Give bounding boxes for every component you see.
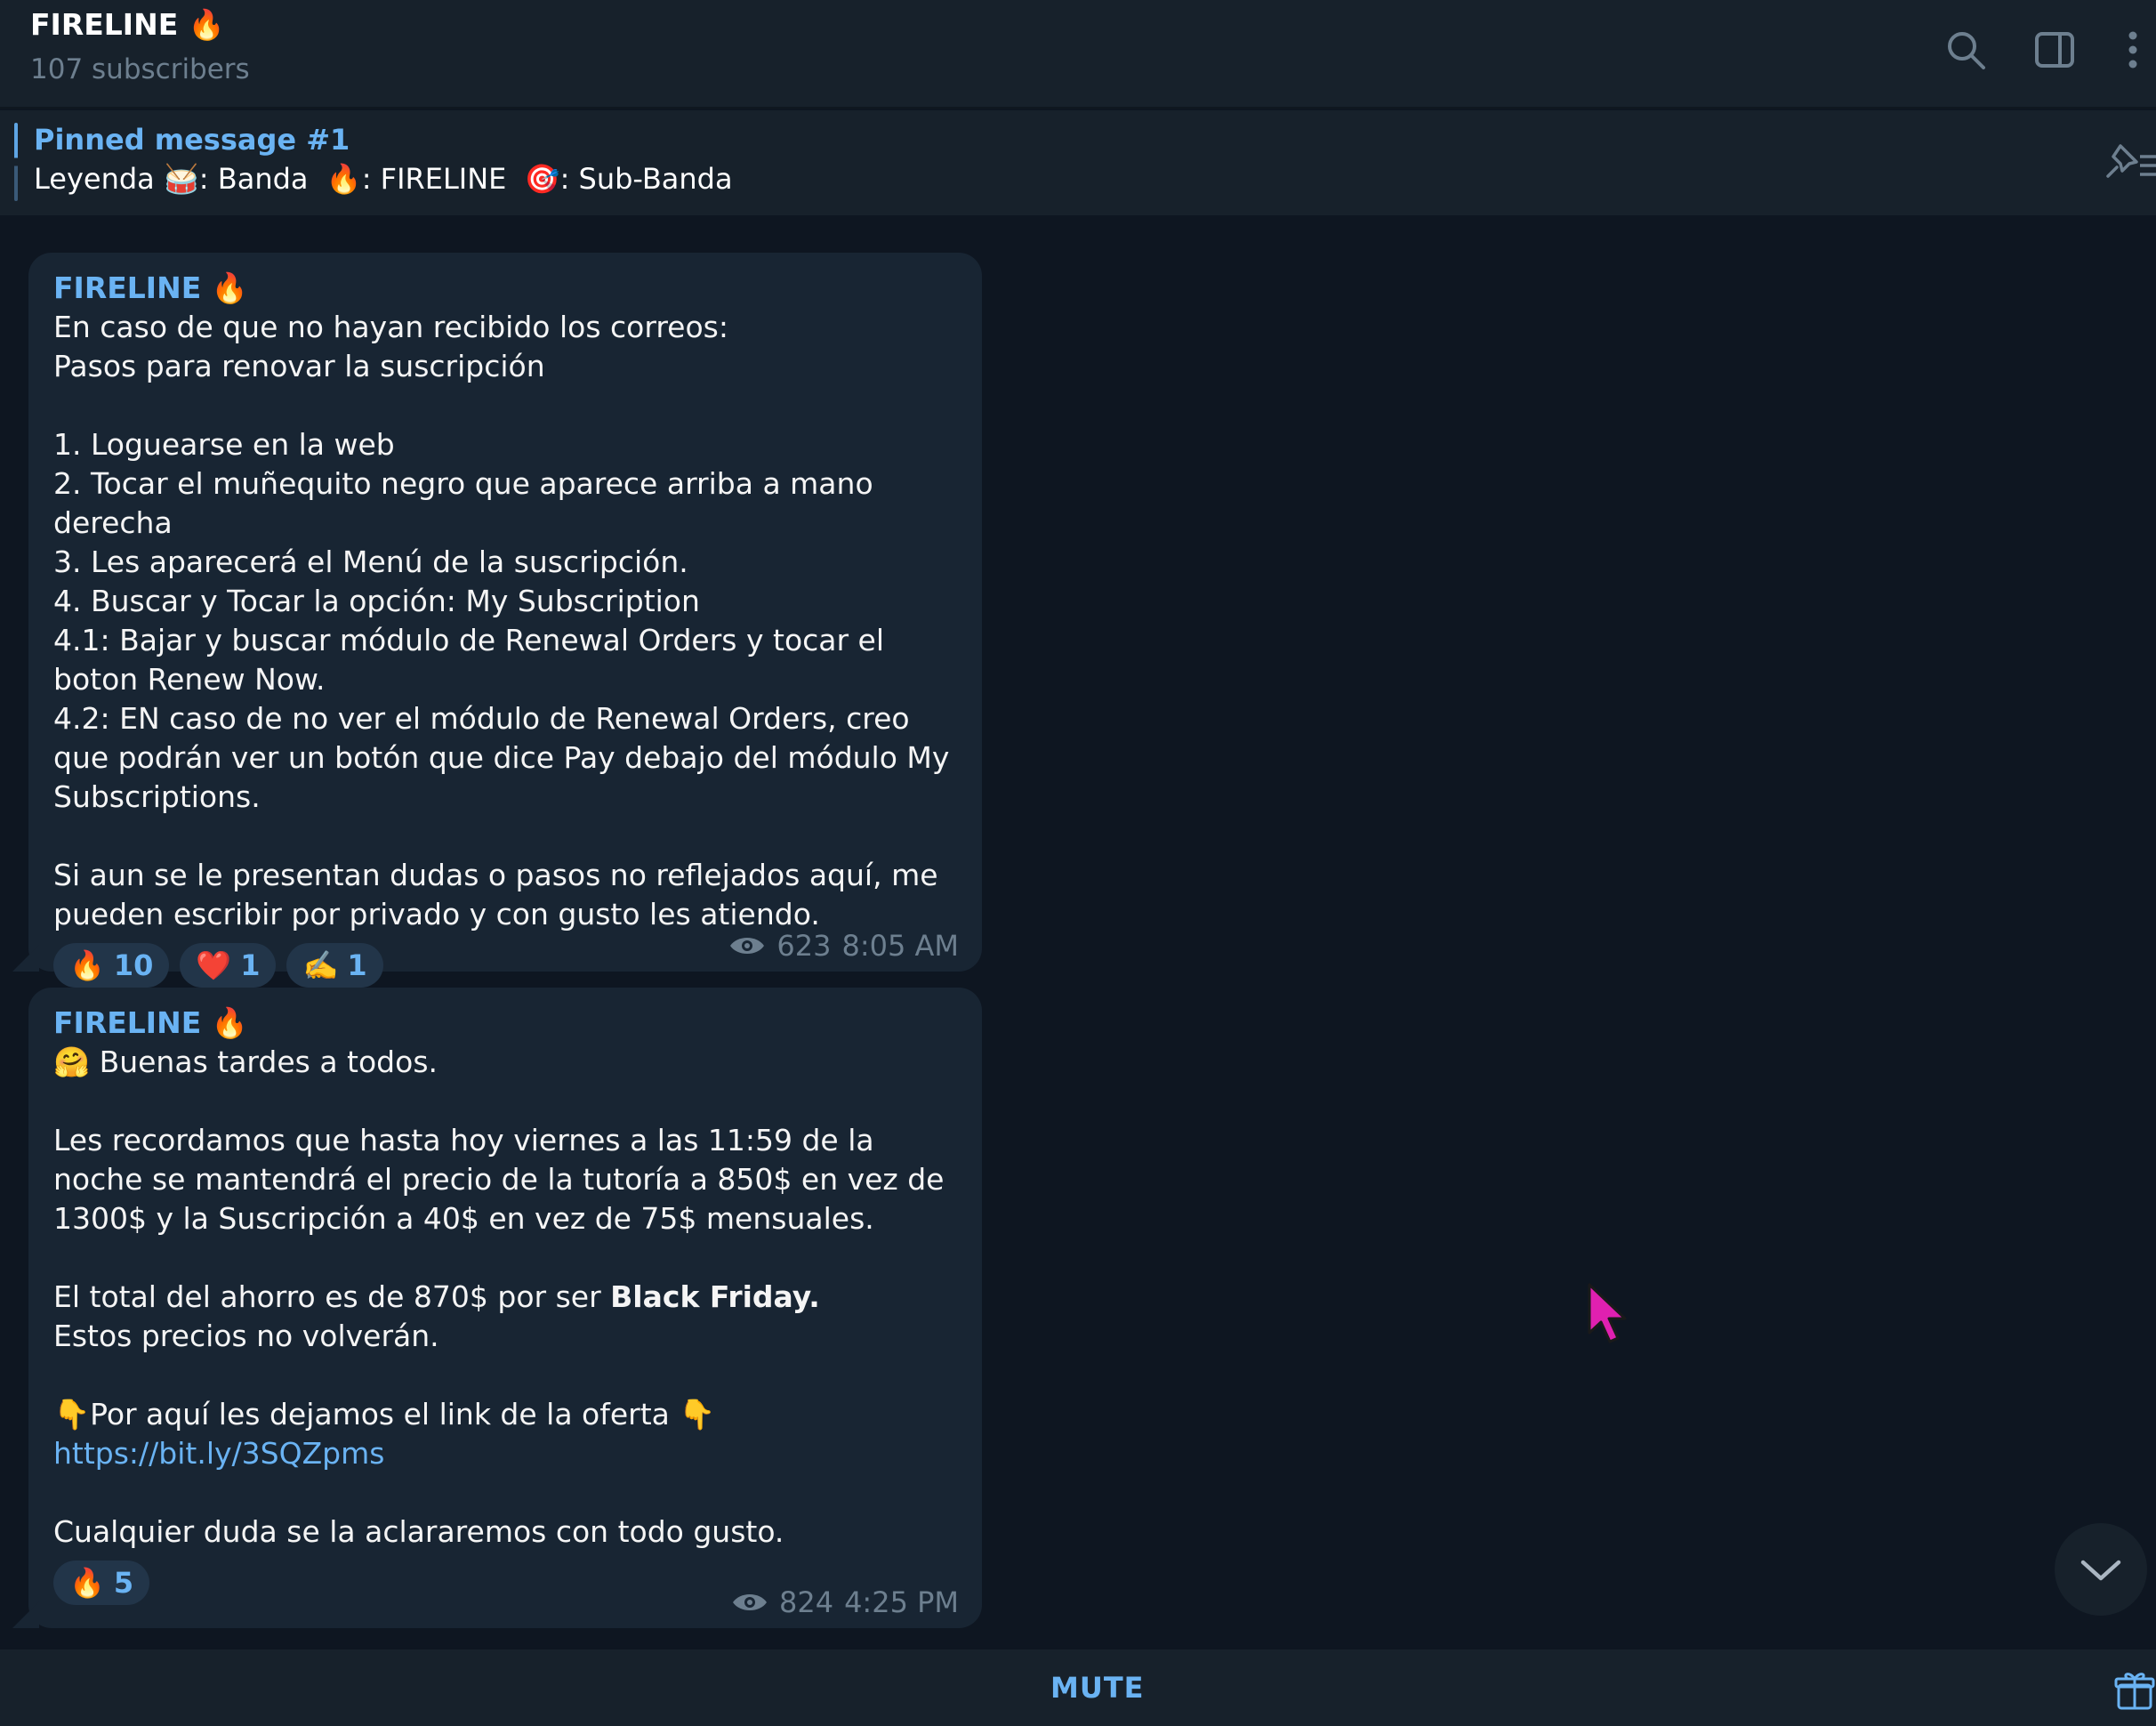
reaction-fire[interactable]: 🔥 5 bbox=[53, 1561, 150, 1605]
message-meta: 623 8:05 AM bbox=[728, 929, 959, 963]
reaction-count: 1 bbox=[347, 948, 367, 982]
message-text: 🤗 Buenas tardes a todos. Les recordamos … bbox=[53, 1043, 957, 1552]
message-time: 8:05 AM bbox=[841, 929, 959, 963]
pinned-indicator bbox=[14, 123, 18, 201]
reaction-fire[interactable]: 🔥 10 bbox=[53, 943, 170, 988]
view-count: 824 bbox=[778, 1585, 834, 1619]
more-icon[interactable] bbox=[2110, 27, 2156, 73]
bold-text: Black Friday. bbox=[610, 1279, 820, 1314]
reaction-writing-hand[interactable]: ✍️ 1 bbox=[286, 943, 383, 988]
message-bubble[interactable]: FIRELINE 🔥 🤗 Buenas tardes a todos. Les … bbox=[12, 988, 982, 1628]
message-sender[interactable]: FIRELINE 🔥 bbox=[53, 1004, 957, 1043]
message-text-part: Cualquier duda se la aclararemos con tod… bbox=[53, 1514, 784, 1549]
reaction-count: 10 bbox=[113, 948, 154, 982]
chevron-down-icon bbox=[2080, 1560, 2121, 1581]
message-text-part: 🤗 Buenas tardes a todos. Les recordamos … bbox=[53, 1044, 945, 1314]
scroll-down-button[interactable] bbox=[2055, 1523, 2147, 1616]
subscriber-count: 107 subscribers bbox=[30, 53, 250, 85]
mouse-cursor-icon bbox=[1586, 1281, 1632, 1345]
message-text-part: Estos precios no volverán. 👇Por aquí les… bbox=[53, 1319, 716, 1432]
bottom-bar: MUTE bbox=[0, 1649, 2156, 1726]
view-count: 623 bbox=[776, 929, 832, 963]
eye-icon bbox=[732, 1594, 767, 1610]
reaction-emoji: ❤️ bbox=[196, 948, 232, 982]
pinned-list-icon[interactable] bbox=[2101, 137, 2156, 192]
message-bubble[interactable]: FIRELINE 🔥 En caso de que no hayan recib… bbox=[12, 253, 982, 988]
gift-icon[interactable] bbox=[2113, 1669, 2156, 1712]
reaction-heart[interactable]: ❤️ 1 bbox=[180, 943, 277, 988]
sidebar-toggle-icon[interactable] bbox=[2031, 27, 2078, 73]
channel-title[interactable]: FIRELINE 🔥 bbox=[30, 7, 225, 43]
message-text: En caso de que no hayan recibido los cor… bbox=[53, 310, 950, 932]
message-meta: 824 4:25 PM bbox=[731, 1585, 959, 1619]
bubble-tail bbox=[12, 945, 39, 972]
bubble-tail bbox=[12, 1601, 39, 1628]
reaction-count: 1 bbox=[240, 948, 261, 982]
mute-button[interactable]: MUTE bbox=[1050, 1671, 1145, 1705]
eye-icon bbox=[730, 938, 765, 954]
pinned-message-bar[interactable]: Pinned message #1 Leyenda 🥁: Banda 🔥: FI… bbox=[0, 110, 2156, 215]
message-time: 4:25 PM bbox=[844, 1585, 959, 1619]
pinned-title: Pinned message #1 bbox=[34, 123, 350, 157]
pinned-text: Leyenda 🥁: Banda 🔥: FIRELINE 🎯: Sub-Band… bbox=[34, 162, 733, 196]
reaction-emoji: 🔥 bbox=[69, 948, 105, 982]
reaction-emoji: ✍️ bbox=[302, 948, 339, 982]
chat-header[interactable]: FIRELINE 🔥 107 subscribers bbox=[0, 0, 2156, 109]
reaction-count: 5 bbox=[113, 1566, 134, 1600]
reaction-emoji: 🔥 bbox=[69, 1566, 105, 1600]
message-sender[interactable]: FIRELINE 🔥 bbox=[53, 269, 957, 308]
offer-link[interactable]: https://bit.ly/3SQZpms bbox=[53, 1436, 384, 1471]
search-icon[interactable] bbox=[1943, 27, 1989, 73]
